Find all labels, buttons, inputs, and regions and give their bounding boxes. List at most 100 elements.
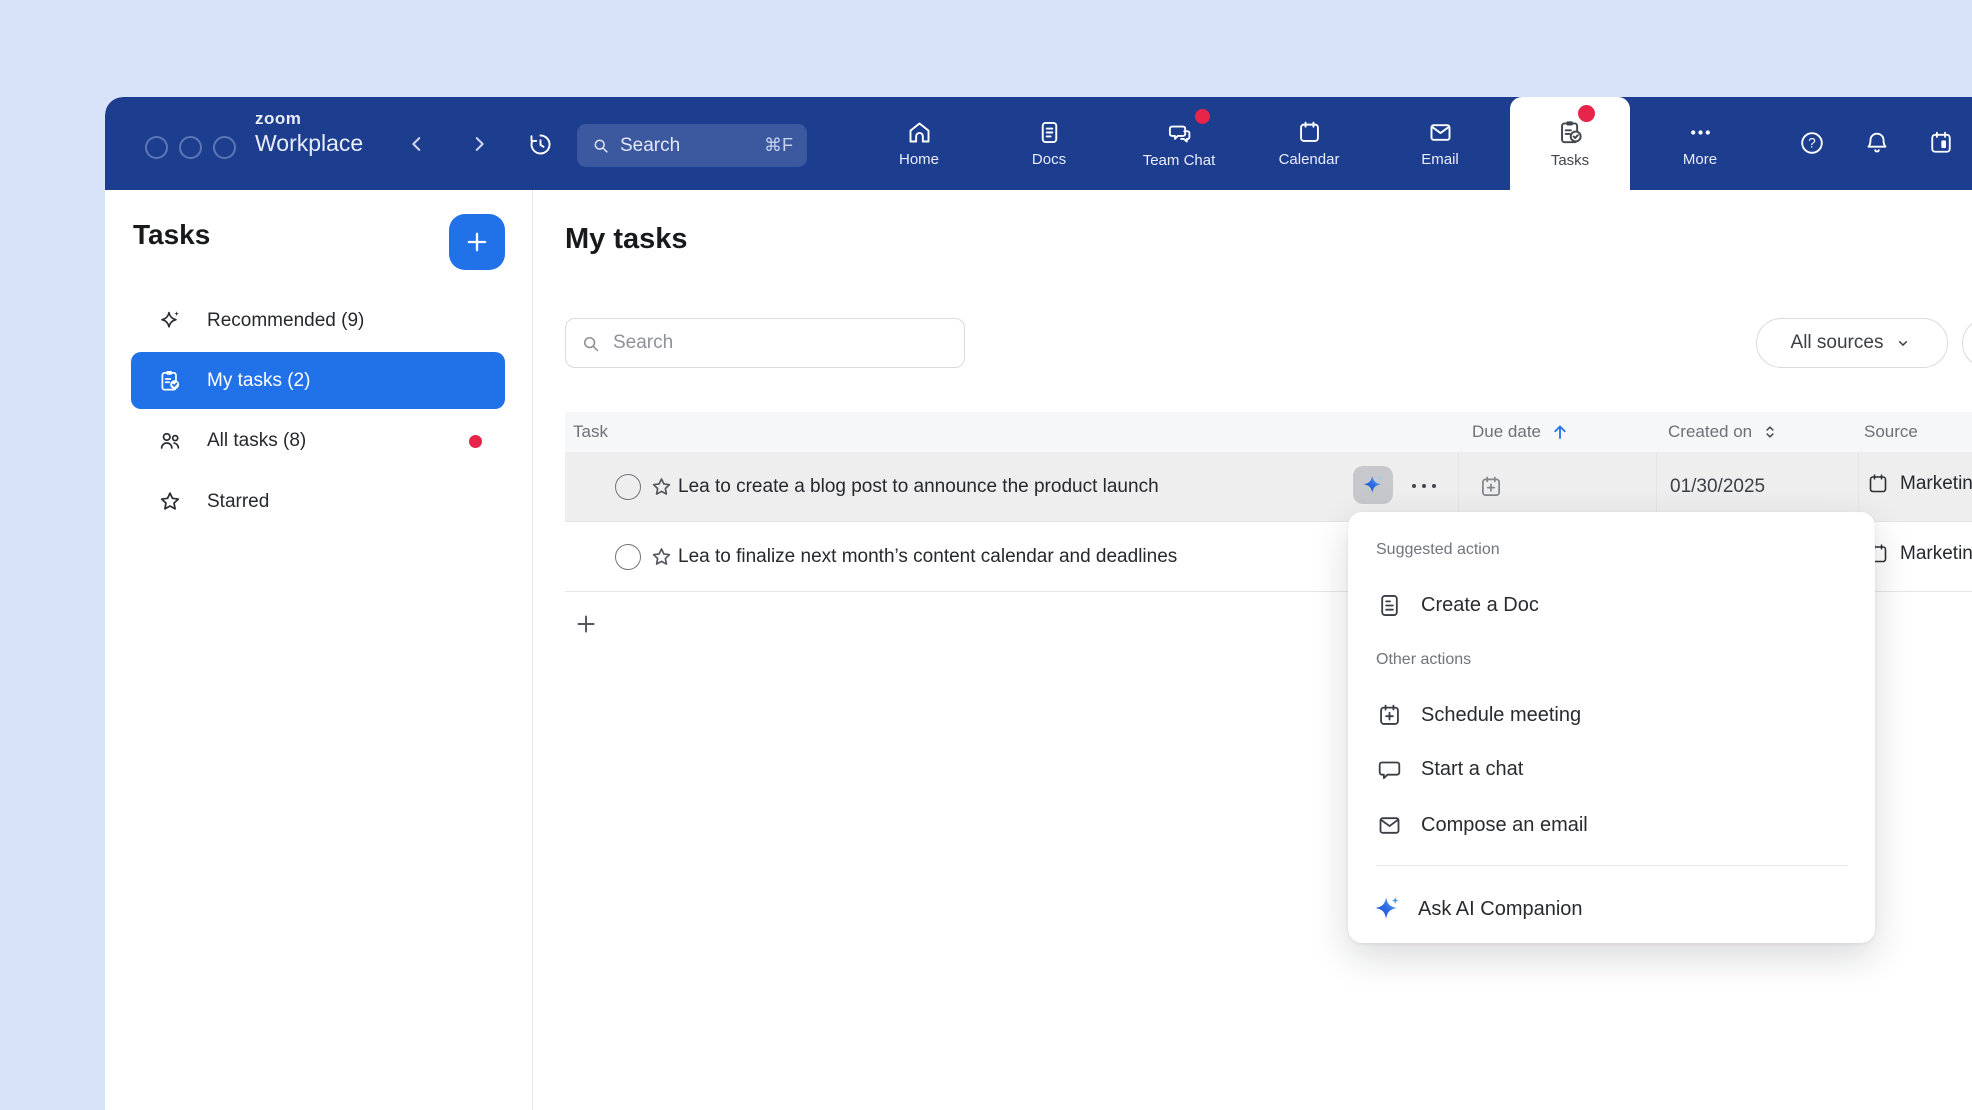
more-icon: [1687, 119, 1714, 146]
column-divider: [1858, 452, 1859, 521]
bell-icon: [1863, 129, 1891, 157]
sidebar-item-my-tasks[interactable]: My tasks (2): [131, 352, 505, 409]
window-control-minimize[interactable]: [179, 136, 202, 159]
plus-icon: [463, 228, 491, 256]
window-control-close[interactable]: [145, 136, 168, 159]
forward-button[interactable]: [465, 130, 493, 158]
menu-item-compose-email[interactable]: Compose an email: [1376, 812, 1588, 839]
page-title: My tasks: [565, 223, 688, 256]
sidebar-item-label: All tasks (8): [207, 430, 306, 452]
menu-item-label: Compose an email: [1421, 814, 1588, 837]
chevron-right-icon: [468, 133, 490, 155]
sidebar-item-label: Recommended (9): [207, 310, 364, 332]
task-title: Lea to finalize next month’s content cal…: [678, 546, 1177, 568]
task-complete-checkbox[interactable]: [615, 544, 641, 570]
sort-ascending-icon[interactable]: [1549, 421, 1571, 443]
nav-item-more[interactable]: More: [1650, 97, 1750, 190]
nav-item-home[interactable]: Home: [869, 97, 969, 190]
home-icon: [906, 119, 933, 146]
task-source: Marketing: [1866, 542, 1972, 566]
nav-item-docs[interactable]: Docs: [999, 97, 1099, 190]
sparkle-icon: [157, 308, 183, 334]
team-chat-icon: [1165, 119, 1193, 147]
menu-item-create-doc[interactable]: Create a Doc: [1376, 592, 1539, 619]
global-search-placeholder: Search: [620, 135, 764, 157]
svg-text:?: ?: [1808, 136, 1815, 151]
sidebar-item-label: My tasks (2): [207, 370, 310, 392]
star-icon[interactable]: [649, 475, 674, 500]
sidebar-item-recommended[interactable]: Recommended (9): [131, 293, 505, 349]
plus-icon: [573, 611, 599, 637]
calendar-date-icon: [1927, 129, 1955, 157]
menu-item-label: Schedule meeting: [1421, 704, 1581, 727]
notifications-button[interactable]: [1863, 129, 1891, 157]
tasks-badge: [1578, 105, 1595, 122]
top-navbar: zoom Workplace Search ⌘F Home: [105, 97, 1972, 190]
menu-section-label: Other actions: [1376, 651, 1471, 669]
schedule-button[interactable]: [1927, 129, 1955, 157]
tasks-sidebar: Tasks Recommended (9) My tasks (2): [105, 190, 533, 1110]
ai-companion-icon: [1372, 894, 1402, 924]
envelope-icon: [1376, 812, 1403, 839]
back-button[interactable]: [403, 130, 431, 158]
suggested-actions-menu: Suggested action Create a Doc Other acti…: [1348, 512, 1875, 943]
global-search-input[interactable]: Search ⌘F: [577, 124, 807, 167]
row-more-actions-button[interactable]: [1412, 484, 1436, 488]
menu-item-ask-ai-companion[interactable]: Ask AI Companion: [1372, 894, 1583, 924]
task-search-input[interactable]: [611, 331, 950, 355]
people-icon: [157, 428, 183, 454]
sidebar-title: Tasks: [133, 219, 210, 251]
zoom-workplace-logo: zoom Workplace: [255, 110, 363, 155]
source-filter-label: All sources: [1791, 332, 1884, 354]
menu-item-label: Ask AI Companion: [1418, 898, 1583, 921]
calendar-icon: [1866, 472, 1890, 496]
column-header-created-on[interactable]: Created on: [1668, 412, 1780, 452]
logo-zoom: zoom: [255, 110, 363, 127]
nav-item-calendar[interactable]: Calendar: [1259, 97, 1359, 190]
team-chat-badge: [1195, 109, 1210, 124]
task-complete-checkbox[interactable]: [615, 474, 641, 500]
nav-label: Tasks: [1551, 152, 1589, 169]
nav-item-team-chat[interactable]: Team Chat: [1129, 97, 1229, 190]
app-window: zoom Workplace Search ⌘F Home: [105, 97, 1972, 1110]
source-filter-dropdown[interactable]: All sources: [1756, 318, 1948, 368]
calendar-plus-icon: [1376, 702, 1403, 729]
tasks-icon: [1556, 118, 1585, 147]
column-header-due-date[interactable]: Due date: [1472, 412, 1571, 452]
star-icon[interactable]: [649, 545, 674, 570]
add-due-date-icon[interactable]: [1478, 474, 1504, 500]
secondary-filter-button[interactable]: [1962, 318, 1972, 368]
source-value: Marketing: [1900, 473, 1972, 495]
window-control-zoom[interactable]: [213, 136, 236, 159]
clipboard-check-icon: [157, 368, 183, 394]
sidebar-item-all-tasks[interactable]: All tasks (8): [131, 413, 505, 469]
all-tasks-unread-dot: [469, 435, 482, 448]
history-button[interactable]: [526, 130, 554, 158]
sort-both-icon[interactable]: [1760, 422, 1780, 442]
search-icon: [591, 136, 610, 155]
created-on-value: 01/30/2025: [1670, 476, 1765, 498]
nav-label: Calendar: [1279, 151, 1340, 168]
docs-icon: [1036, 119, 1063, 146]
menu-item-label: Start a chat: [1421, 758, 1523, 781]
nav-label: Team Chat: [1143, 152, 1216, 169]
help-button[interactable]: ?: [1798, 129, 1826, 157]
chevron-down-icon: [1893, 333, 1913, 353]
table-header: Task Due date Created on Source: [565, 412, 1972, 452]
nav-item-email[interactable]: Email: [1390, 97, 1490, 190]
menu-item-start-chat[interactable]: Start a chat: [1376, 756, 1523, 783]
menu-item-schedule-meeting[interactable]: Schedule meeting: [1376, 702, 1581, 729]
doc-icon: [1376, 592, 1403, 619]
search-icon: [580, 333, 601, 354]
menu-item-label: Create a Doc: [1421, 594, 1539, 617]
sidebar-item-starred[interactable]: Starred: [131, 474, 505, 530]
nav-label: Email: [1421, 151, 1459, 168]
add-task-button[interactable]: [449, 214, 505, 270]
menu-divider: [1376, 865, 1847, 866]
ai-companion-button[interactable]: [1353, 466, 1393, 504]
chat-bubble-icon: [1376, 756, 1403, 783]
task-title: Lea to create a blog post to announce th…: [678, 476, 1159, 498]
nav-item-tasks-active[interactable]: Tasks: [1510, 97, 1630, 190]
nav-label: Docs: [1032, 151, 1066, 168]
sidebar-item-label: Starred: [207, 491, 269, 513]
